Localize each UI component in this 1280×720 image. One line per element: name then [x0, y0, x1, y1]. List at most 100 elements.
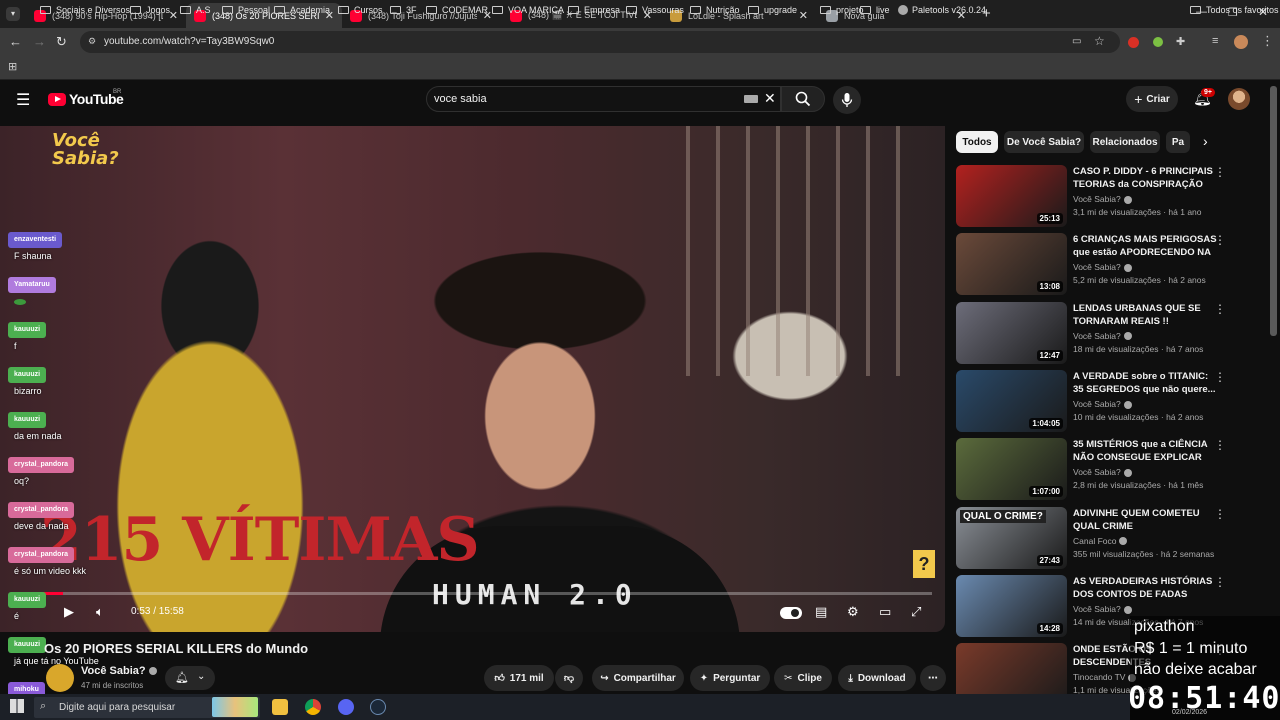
video-thumbnail[interactable]: 13:08	[956, 233, 1067, 296]
recommended-channel[interactable]: Você Sabia?	[1073, 604, 1132, 614]
recommended-video[interactable]: QUAL O CRIME? 27:43 ADIVINHE QUEM COMETEU …	[956, 506, 1276, 571]
chips-next-icon[interactable]: ›	[1203, 133, 1208, 149]
clear-search-icon[interactable]: ✕	[764, 90, 776, 107]
page-scrollbar[interactable]	[1270, 86, 1277, 336]
recommended-channel[interactable]: Canal Foco	[1073, 536, 1128, 546]
bookmark-folder[interactable]: projeto	[820, 5, 864, 15]
more-options-icon[interactable]: ⋮	[1214, 165, 1226, 179]
recommended-video[interactable]: 25:13 CASO P. DIDDY - 6 PRINCIPAIS TEORIA…	[956, 165, 1276, 229]
recommended-channel[interactable]: Você Sabia?	[1073, 399, 1132, 409]
bookmark-folder[interactable]: A.S	[180, 5, 211, 15]
play-icon[interactable]: ▶	[64, 604, 74, 620]
extensions-puzzle-icon[interactable]: ✚	[1176, 35, 1185, 48]
more-options-icon[interactable]: ⋮	[1214, 575, 1226, 589]
video-thumbnail[interactable]: 1:04:05	[956, 369, 1067, 432]
recommended-title[interactable]: ADIVINHE QUEM COMETEU QUAL CRIME	[1073, 507, 1221, 533]
filter-chip[interactable]: Relacionados	[1090, 131, 1160, 153]
recommended-video[interactable]: 12:47 LENDAS URBANAS QUE SE TORNARAM REAI…	[956, 301, 1276, 366]
more-options-icon[interactable]: ⋮	[1214, 233, 1226, 247]
theater-mode-icon[interactable]: ▭	[879, 604, 891, 620]
download-button[interactable]: ⤓ Download	[838, 665, 916, 691]
extension-green-icon[interactable]	[1153, 37, 1163, 47]
keyboard-icon[interactable]	[744, 95, 758, 103]
search-button[interactable]	[781, 86, 825, 112]
bookmark-folder[interactable]: Pessoal	[222, 5, 270, 15]
bookmark-folder[interactable]: Academia	[274, 5, 330, 15]
bookmark-paletools[interactable]: Paletools v26.0.24	[898, 5, 986, 15]
steam-icon[interactable]	[370, 699, 386, 715]
bookmark-folder[interactable]: CODEMAR	[426, 5, 488, 15]
site-info-icon[interactable]: ⚙	[88, 36, 96, 47]
windows-start-icon[interactable]	[10, 699, 24, 713]
youtube-logo-icon[interactable]	[48, 93, 66, 106]
video-thumbnail[interactable]: QUAL O CRIME? 27:43	[956, 506, 1067, 569]
bookmark-folder[interactable]: Vassouras	[626, 5, 684, 15]
bookmark-folder[interactable]: Sociais e Diversos	[40, 5, 130, 15]
hamburger-menu-icon[interactable]: ☰	[16, 90, 30, 110]
recommended-title[interactable]: 35 MISTÉRIOS que a CIÊNCIA NÃO CONSEGUE …	[1073, 438, 1221, 464]
reading-list-icon[interactable]: ≡	[1212, 35, 1218, 47]
browser-menu-icon[interactable]: ⋮	[1261, 33, 1274, 49]
more-options-icon[interactable]: ⋮	[1214, 438, 1226, 452]
bookmark-folder[interactable]: Jogos	[130, 5, 170, 15]
clip-button[interactable]: ✂ Clipe	[774, 665, 832, 691]
recommended-video[interactable]: 13:08 6 CRIANÇAS MAIS PERIGOSAS que estão…	[956, 233, 1276, 297]
close-tab-icon[interactable]: ✕	[799, 9, 808, 22]
taskbar-search-placeholder[interactable]: Digite aqui para pesquisar	[59, 702, 175, 713]
user-avatar[interactable]	[1228, 88, 1250, 110]
bookmark-folder[interactable]: live	[860, 5, 890, 15]
dislike-button[interactable]: 👎︎	[555, 665, 583, 691]
fullscreen-icon[interactable]: ⤢	[911, 604, 921, 620]
share-button[interactable]: ↪ Compartilhar	[592, 665, 684, 691]
video-thumbnail[interactable]: 14:28	[956, 574, 1067, 637]
subtitles-icon[interactable]: ▤	[815, 604, 827, 620]
recommended-channel[interactable]: Você Sabia?	[1073, 467, 1132, 477]
apps-grid-icon[interactable]: ⊞	[8, 60, 17, 73]
extension-red-icon[interactable]	[1128, 37, 1139, 48]
filter-chip[interactable]: Pa	[1166, 131, 1190, 153]
tab-search-button[interactable]: ▾	[6, 7, 20, 21]
search-query-text[interactable]: voce sabia	[434, 93, 487, 105]
back-icon[interactable]: ←	[9, 34, 22, 50]
reload-icon[interactable]: ↻	[56, 34, 67, 50]
more-options-icon[interactable]: ⋮	[1214, 370, 1226, 384]
bookmark-folder[interactable]: Cursos	[338, 5, 383, 15]
bookmark-folder[interactable]: Nutrição	[690, 5, 740, 15]
recommended-channel[interactable]: Você Sabia?	[1073, 331, 1132, 341]
file-explorer-icon[interactable]	[272, 699, 288, 715]
recommended-title[interactable]: AS VERDADEIRAS HISTÓRIAS DOS CONTOS DE F…	[1073, 575, 1221, 601]
ask-button[interactable]: ✦ Perguntar	[690, 665, 770, 691]
recommended-channel[interactable]: Você Sabia?	[1073, 194, 1132, 204]
bookmark-folder[interactable]: 3F	[390, 5, 417, 15]
recommended-video[interactable]: 1:04:05 A VERDADE sobre o TITANIC: 35 SEG…	[956, 369, 1276, 434]
create-button[interactable]: + Criar	[1126, 86, 1178, 112]
volume-icon[interactable]: 🔈︎	[96, 604, 104, 620]
recommended-title[interactable]: LENDAS URBANAS QUE SE TORNARAM REAIS !!	[1073, 302, 1221, 328]
profile-avatar-icon[interactable]	[1234, 35, 1248, 49]
video-progress-bar[interactable]	[12, 592, 932, 595]
discord-icon[interactable]	[338, 699, 354, 715]
filter-chip[interactable]: Todos	[956, 131, 998, 153]
recommended-channel[interactable]: Tinocando TV	[1073, 672, 1137, 682]
autoplay-toggle[interactable]	[780, 607, 802, 619]
bookmark-folder[interactable]: upgrade	[748, 5, 797, 15]
recommended-title[interactable]: CASO P. DIDDY - 6 PRINCIPAIS TEORIAS da …	[1073, 165, 1221, 191]
install-app-icon[interactable]: ▭	[1072, 36, 1081, 47]
more-options-icon[interactable]: ⋮	[1214, 507, 1226, 521]
all-favorites-folder[interactable]: Todos os favoritos	[1190, 5, 1279, 15]
recommended-channel[interactable]: Você Sabia?	[1073, 262, 1132, 272]
forward-icon[interactable]: →	[33, 34, 46, 50]
more-actions-button[interactable]: ⋯	[920, 665, 946, 691]
settings-gear-icon[interactable]: ⚙	[847, 604, 859, 620]
filter-chip[interactable]: De Você Sabia?	[1004, 131, 1084, 153]
like-button[interactable]: 👍︎ 171 mil	[484, 665, 554, 691]
bookmark-folder[interactable]: Empresa	[568, 5, 620, 15]
more-options-icon[interactable]: ⋮	[1214, 302, 1226, 316]
recommended-title[interactable]: 6 CRIANÇAS MAIS PERIGOSAS que estão APOD…	[1073, 233, 1221, 260]
video-thumbnail[interactable]: 25:13	[956, 165, 1067, 227]
recommended-video[interactable]: 1:07:00 35 MISTÉRIOS que a CIÊNCIA NÃO CO…	[956, 438, 1276, 502]
recommended-title[interactable]: A VERDADE sobre o TITANIC: 35 SEGREDOS q…	[1073, 370, 1221, 396]
bookmark-star-icon[interactable]: ☆	[1094, 34, 1105, 48]
voice-search-button[interactable]	[833, 86, 861, 114]
subscription-bell-button[interactable]: 🔔︎ ⌄	[165, 666, 215, 690]
